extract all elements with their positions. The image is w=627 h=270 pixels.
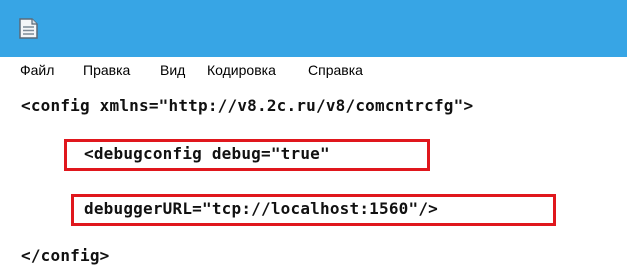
code-line-debugger-url: debuggerURL="tcp://localhost:1560"/> [84, 199, 438, 218]
menu-help[interactable]: Справка [308, 62, 363, 78]
title-bar [0, 0, 627, 57]
notepad-icon[interactable] [16, 15, 42, 41]
menu-view[interactable]: Вид [160, 62, 185, 78]
text-editor[interactable]: <config xmlns="http://v8.2c.ru/v8/comcnt… [0, 83, 627, 270]
menu-encoding[interactable]: Кодировка [207, 62, 276, 78]
code-line-config-close: </config> [21, 246, 110, 265]
menu-file[interactable]: Файл [20, 62, 54, 78]
menu-bar: Файл Правка Вид Кодировка Справка [0, 57, 627, 83]
code-line-config-open: <config xmlns="http://v8.2c.ru/v8/comcnt… [21, 96, 474, 115]
code-line-debugconfig: <debugconfig debug="true" [84, 144, 330, 163]
menu-edit[interactable]: Правка [83, 62, 130, 78]
